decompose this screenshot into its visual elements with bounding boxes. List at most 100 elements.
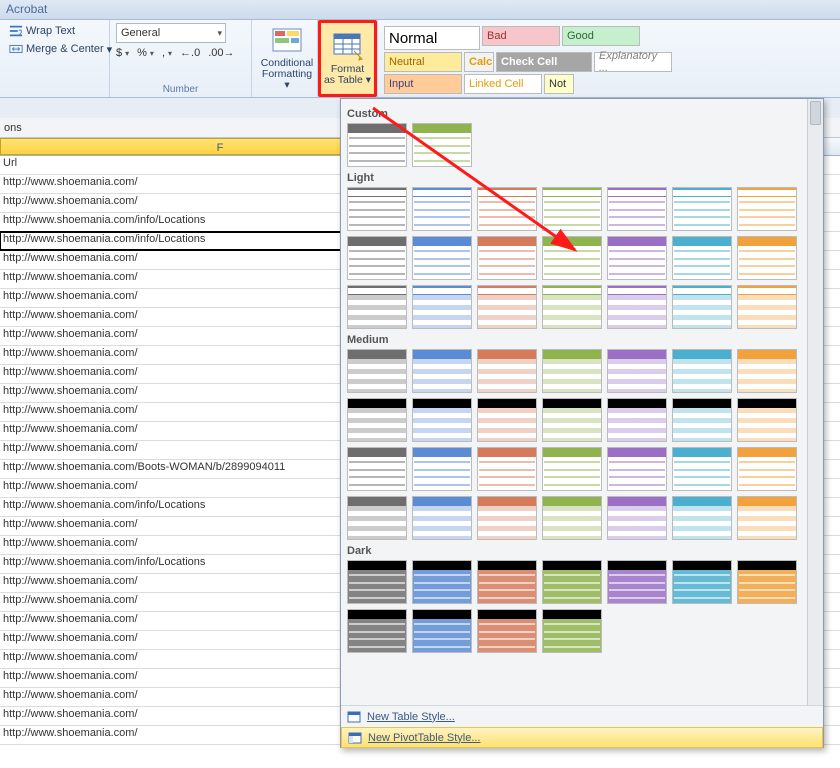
table-style-thumb[interactable] (607, 496, 667, 540)
table-style-thumb[interactable] (347, 398, 407, 442)
table-style-thumb[interactable] (347, 496, 407, 540)
table-style-thumb[interactable] (542, 236, 602, 280)
style-note[interactable]: Not (544, 74, 574, 94)
format-table-icon (332, 31, 364, 63)
table-style-thumb[interactable] (737, 496, 797, 540)
table-style-thumb[interactable] (542, 496, 602, 540)
table-style-thumb[interactable] (412, 447, 472, 491)
table-style-thumb[interactable] (347, 187, 407, 231)
number-symbols-row: $ % , ←.0 .00→ (116, 47, 235, 59)
number-group: General $ % , ←.0 .00→ Number (110, 20, 252, 97)
increase-decimal-button[interactable]: .00→ (208, 47, 234, 59)
table-style-thumb[interactable] (412, 123, 472, 167)
table-style-thumb[interactable] (542, 285, 602, 329)
table-style-thumb[interactable] (737, 349, 797, 393)
percent-button[interactable]: % (137, 47, 154, 59)
table-style-thumb[interactable] (412, 560, 472, 604)
table-style-thumb[interactable] (412, 398, 472, 442)
table-style-thumb[interactable] (737, 187, 797, 231)
wrap-text-icon (9, 24, 23, 38)
table-style-thumb[interactable] (607, 560, 667, 604)
table-style-thumb[interactable] (477, 187, 537, 231)
style-explanatory[interactable]: Explanatory ... (594, 52, 672, 72)
table-style-thumb[interactable] (672, 236, 732, 280)
table-style-thumb[interactable] (412, 285, 472, 329)
style-normal[interactable]: Normal (384, 26, 480, 50)
table-style-thumb[interactable] (542, 447, 602, 491)
comma-button[interactable]: , (162, 47, 172, 59)
table-style-thumb[interactable] (477, 285, 537, 329)
style-check-cell[interactable]: Check Cell (496, 52, 592, 72)
merge-label: Merge & Center (26, 43, 104, 55)
table-style-thumb[interactable] (542, 349, 602, 393)
table-styles-body: CustomLightMediumDark (341, 99, 807, 705)
table-style-thumb[interactable] (672, 187, 732, 231)
table-style-thumb[interactable] (542, 398, 602, 442)
table-style-thumb[interactable] (347, 609, 407, 653)
table-style-thumb[interactable] (477, 560, 537, 604)
format-table-group: Format as Table ▾ (318, 20, 378, 97)
table-style-thumb[interactable] (737, 285, 797, 329)
table-style-thumb[interactable] (477, 496, 537, 540)
cell-styles-gallery[interactable]: Normal Bad Good Neutral Calc Check Cell … (384, 23, 714, 94)
table-style-thumb[interactable] (607, 398, 667, 442)
style-neutral[interactable]: Neutral (384, 52, 462, 72)
popup-footer: New Table Style... New PivotTable Style.… (341, 705, 823, 747)
format-as-table-button[interactable]: Format as Table ▾ (318, 20, 377, 97)
table-style-thumb[interactable] (347, 236, 407, 280)
table-style-thumb[interactable] (347, 560, 407, 604)
conditional-formatting-button[interactable]: Conditional Formatting ▾ (258, 23, 316, 93)
decrease-decimal-button[interactable]: ←.0 (180, 47, 200, 59)
table-style-thumb[interactable] (542, 609, 602, 653)
scrollbar-thumb[interactable] (810, 101, 821, 125)
table-style-thumb[interactable] (412, 236, 472, 280)
cond-format-group: Conditional Formatting ▾ (252, 20, 318, 97)
table-style-thumb[interactable] (607, 236, 667, 280)
table-style-thumb[interactable] (672, 285, 732, 329)
table-style-thumb[interactable] (477, 349, 537, 393)
table-style-thumb[interactable] (672, 398, 732, 442)
table-style-thumb[interactable] (672, 560, 732, 604)
table-style-thumb[interactable] (672, 496, 732, 540)
table-style-thumb[interactable] (737, 398, 797, 442)
style-row (347, 447, 801, 491)
table-style-thumb[interactable] (737, 236, 797, 280)
table-style-thumb[interactable] (412, 349, 472, 393)
table-style-thumb[interactable] (347, 123, 407, 167)
table-style-thumb[interactable] (607, 349, 667, 393)
new-table-style-button[interactable]: New Table Style... (341, 706, 823, 727)
table-style-thumb[interactable] (412, 187, 472, 231)
table-style-thumb[interactable] (672, 447, 732, 491)
table-style-thumb[interactable] (347, 349, 407, 393)
table-style-thumb[interactable] (477, 447, 537, 491)
table-style-thumb[interactable] (542, 187, 602, 231)
table-style-thumb[interactable] (347, 285, 407, 329)
table-style-thumb[interactable] (607, 187, 667, 231)
table-style-thumb[interactable] (477, 609, 537, 653)
popup-scrollbar[interactable] (807, 99, 823, 705)
table-style-thumb[interactable] (477, 398, 537, 442)
table-style-thumb[interactable] (737, 560, 797, 604)
wrap-text-button[interactable]: Wrap Text (6, 23, 115, 39)
style-calc[interactable]: Calc (464, 52, 494, 72)
style-linked-cell[interactable]: Linked Cell (464, 74, 542, 94)
table-style-thumb[interactable] (477, 236, 537, 280)
number-format-dropdown[interactable]: General (116, 23, 226, 43)
merge-center-button[interactable]: Merge & Center ▾ (6, 41, 115, 57)
new-pivot-style-button[interactable]: New PivotTable Style... (341, 727, 823, 748)
table-style-thumb[interactable] (607, 285, 667, 329)
table-style-thumb[interactable] (542, 560, 602, 604)
style-bad[interactable]: Bad (482, 26, 560, 46)
table-style-thumb[interactable] (347, 447, 407, 491)
table-icon (347, 710, 361, 724)
table-style-thumb[interactable] (607, 447, 667, 491)
style-input[interactable]: Input (384, 74, 462, 94)
table-style-thumb[interactable] (737, 447, 797, 491)
table-style-thumb[interactable] (412, 609, 472, 653)
table-style-thumb[interactable] (672, 349, 732, 393)
style-good[interactable]: Good (562, 26, 640, 46)
table-style-thumb[interactable] (412, 496, 472, 540)
currency-button[interactable]: $ (116, 47, 129, 59)
cond-format-label: Conditional Formatting (260, 58, 314, 80)
merge-icon (9, 42, 23, 56)
